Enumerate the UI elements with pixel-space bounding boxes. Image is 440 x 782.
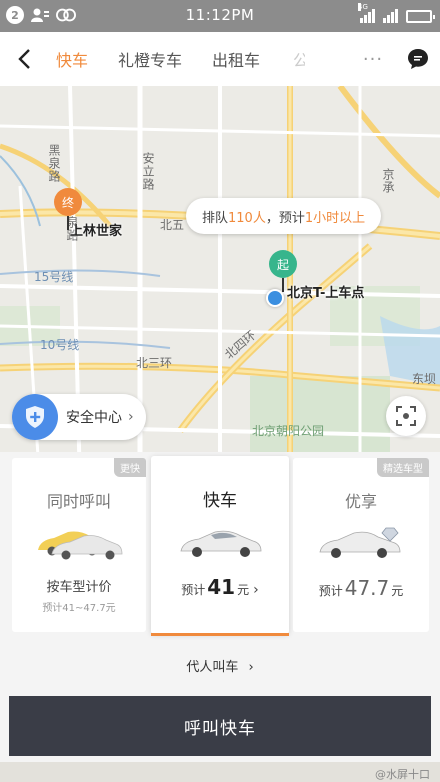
locate-icon — [396, 406, 416, 426]
map-label-line15: 15号线 — [34, 270, 74, 284]
proxy-call-link[interactable]: 代人叫车 › — [0, 656, 440, 675]
card-simultaneous-call[interactable]: 更快 同时呼叫 按车型计价 预计41~47.7元 — [12, 458, 146, 632]
premium-car-icon — [319, 527, 401, 558]
destination-pin-glyph: 终 — [54, 188, 82, 216]
chevron-right-icon: › — [248, 660, 254, 675]
safety-center-button[interactable]: 安全中心 › — [12, 394, 146, 440]
map-label-line10: 10号线 — [40, 338, 80, 352]
map-label-north-fifth-ring: 北五 — [160, 218, 185, 232]
shield-plus-icon — [12, 394, 58, 440]
card-badge-premium: 精选车型 — [377, 458, 429, 477]
map-label-anli-road: 安立路 — [141, 152, 155, 191]
pickup-pin-glyph: 起 — [269, 250, 297, 278]
service-tabs: 快车 礼橙专车 出租车 公 — [48, 32, 350, 86]
chevron-right-icon: › — [253, 582, 259, 598]
watermark: @水屏十口 — [375, 768, 430, 781]
signal-strength-2-icon — [383, 7, 398, 23]
selected-underline — [151, 633, 289, 636]
tab-kuaiche[interactable]: 快车 — [48, 47, 103, 71]
chat-bubble-icon — [408, 49, 428, 69]
card-youxiang[interactable]: 精选车型 优享 预计 47.7 元 — [293, 458, 429, 632]
price-prefix: 预计 — [318, 584, 343, 598]
card-name: 同时呼叫 — [46, 492, 111, 511]
destination-label: 上林世家 — [70, 224, 123, 239]
tab-licheng-zhuanche[interactable]: 礼橙专车 — [103, 47, 197, 71]
card-pricing-note: 按车型计价 — [46, 580, 112, 595]
card-price-range: 预计41~47.7元 — [42, 603, 116, 614]
queue-prefix: 排队 — [202, 210, 229, 226]
current-location-dot — [266, 289, 284, 307]
map-view[interactable]: 黑泉路 安立路 京承 北五 泉路 15号线 10号线 北四环 北三环 东坝 北京… — [0, 86, 440, 486]
queue-duration: 1小时以上 — [304, 210, 366, 226]
tab-partial[interactable]: 公 — [275, 47, 305, 71]
card-price: 预计 47.7 元 — [293, 576, 429, 600]
chevron-right-icon: › — [128, 409, 134, 425]
top-nav: 快车 礼橙专车 出租车 公 ··· — [0, 32, 440, 86]
map-label-north-third-ring: 北三环 — [136, 356, 173, 370]
battery-icon — [406, 10, 435, 23]
more-tabs-button[interactable]: ··· — [350, 49, 396, 70]
price-value: 47.7 — [344, 576, 390, 600]
ride-options-panel: 更快 同时呼叫 按车型计价 预计41~47.7元 快车 预计 41 元 › 精选… — [0, 452, 440, 782]
message-button[interactable] — [396, 32, 440, 86]
bottom-map-strip — [0, 762, 440, 782]
card-badge-faster: 更快 — [114, 458, 146, 477]
card-name: 快车 — [203, 491, 237, 511]
queue-count: 110人 — [228, 210, 266, 226]
map-label-chaoyang-park: 北京朝阳公园 — [252, 424, 325, 438]
card-kuaiche-selected[interactable]: 快车 预计 41 元 › — [151, 456, 289, 636]
multi-car-icon — [38, 531, 123, 560]
pickup-label: 北京T-上车点 — [287, 286, 365, 301]
card-price: 预计 41 元 › — [151, 575, 289, 599]
status-bar: 2 11:12PM 4G — [0, 0, 440, 32]
queue-middle: ，预计 — [265, 210, 305, 226]
car-icon — [180, 530, 262, 557]
price-value: 41 — [207, 575, 236, 599]
safety-center-label: 安全中心 — [66, 410, 122, 426]
chevron-left-icon — [18, 49, 30, 69]
back-button[interactable] — [0, 32, 48, 86]
price-unit: 元 — [237, 583, 250, 597]
proxy-call-label: 代人叫车 — [186, 660, 239, 675]
queue-bubble: 排队 110人 ，预计 1小时以上 — [186, 198, 382, 234]
map-label-heiquan-road: 黑泉路 — [47, 144, 61, 183]
card-name: 优享 — [344, 492, 377, 511]
call-kuaiche-button[interactable]: 呼叫快车 — [9, 696, 431, 756]
map-label-jingcheng: 京承 — [381, 168, 395, 194]
map-label-dongba: 东坝 — [412, 372, 437, 386]
recenter-location-button[interactable] — [386, 396, 426, 436]
price-unit: 元 — [391, 584, 404, 598]
signal-strength-icon: 4G — [358, 3, 375, 23]
tab-chuzuche[interactable]: 出租车 — [197, 47, 275, 71]
price-prefix: 预计 — [181, 583, 206, 597]
